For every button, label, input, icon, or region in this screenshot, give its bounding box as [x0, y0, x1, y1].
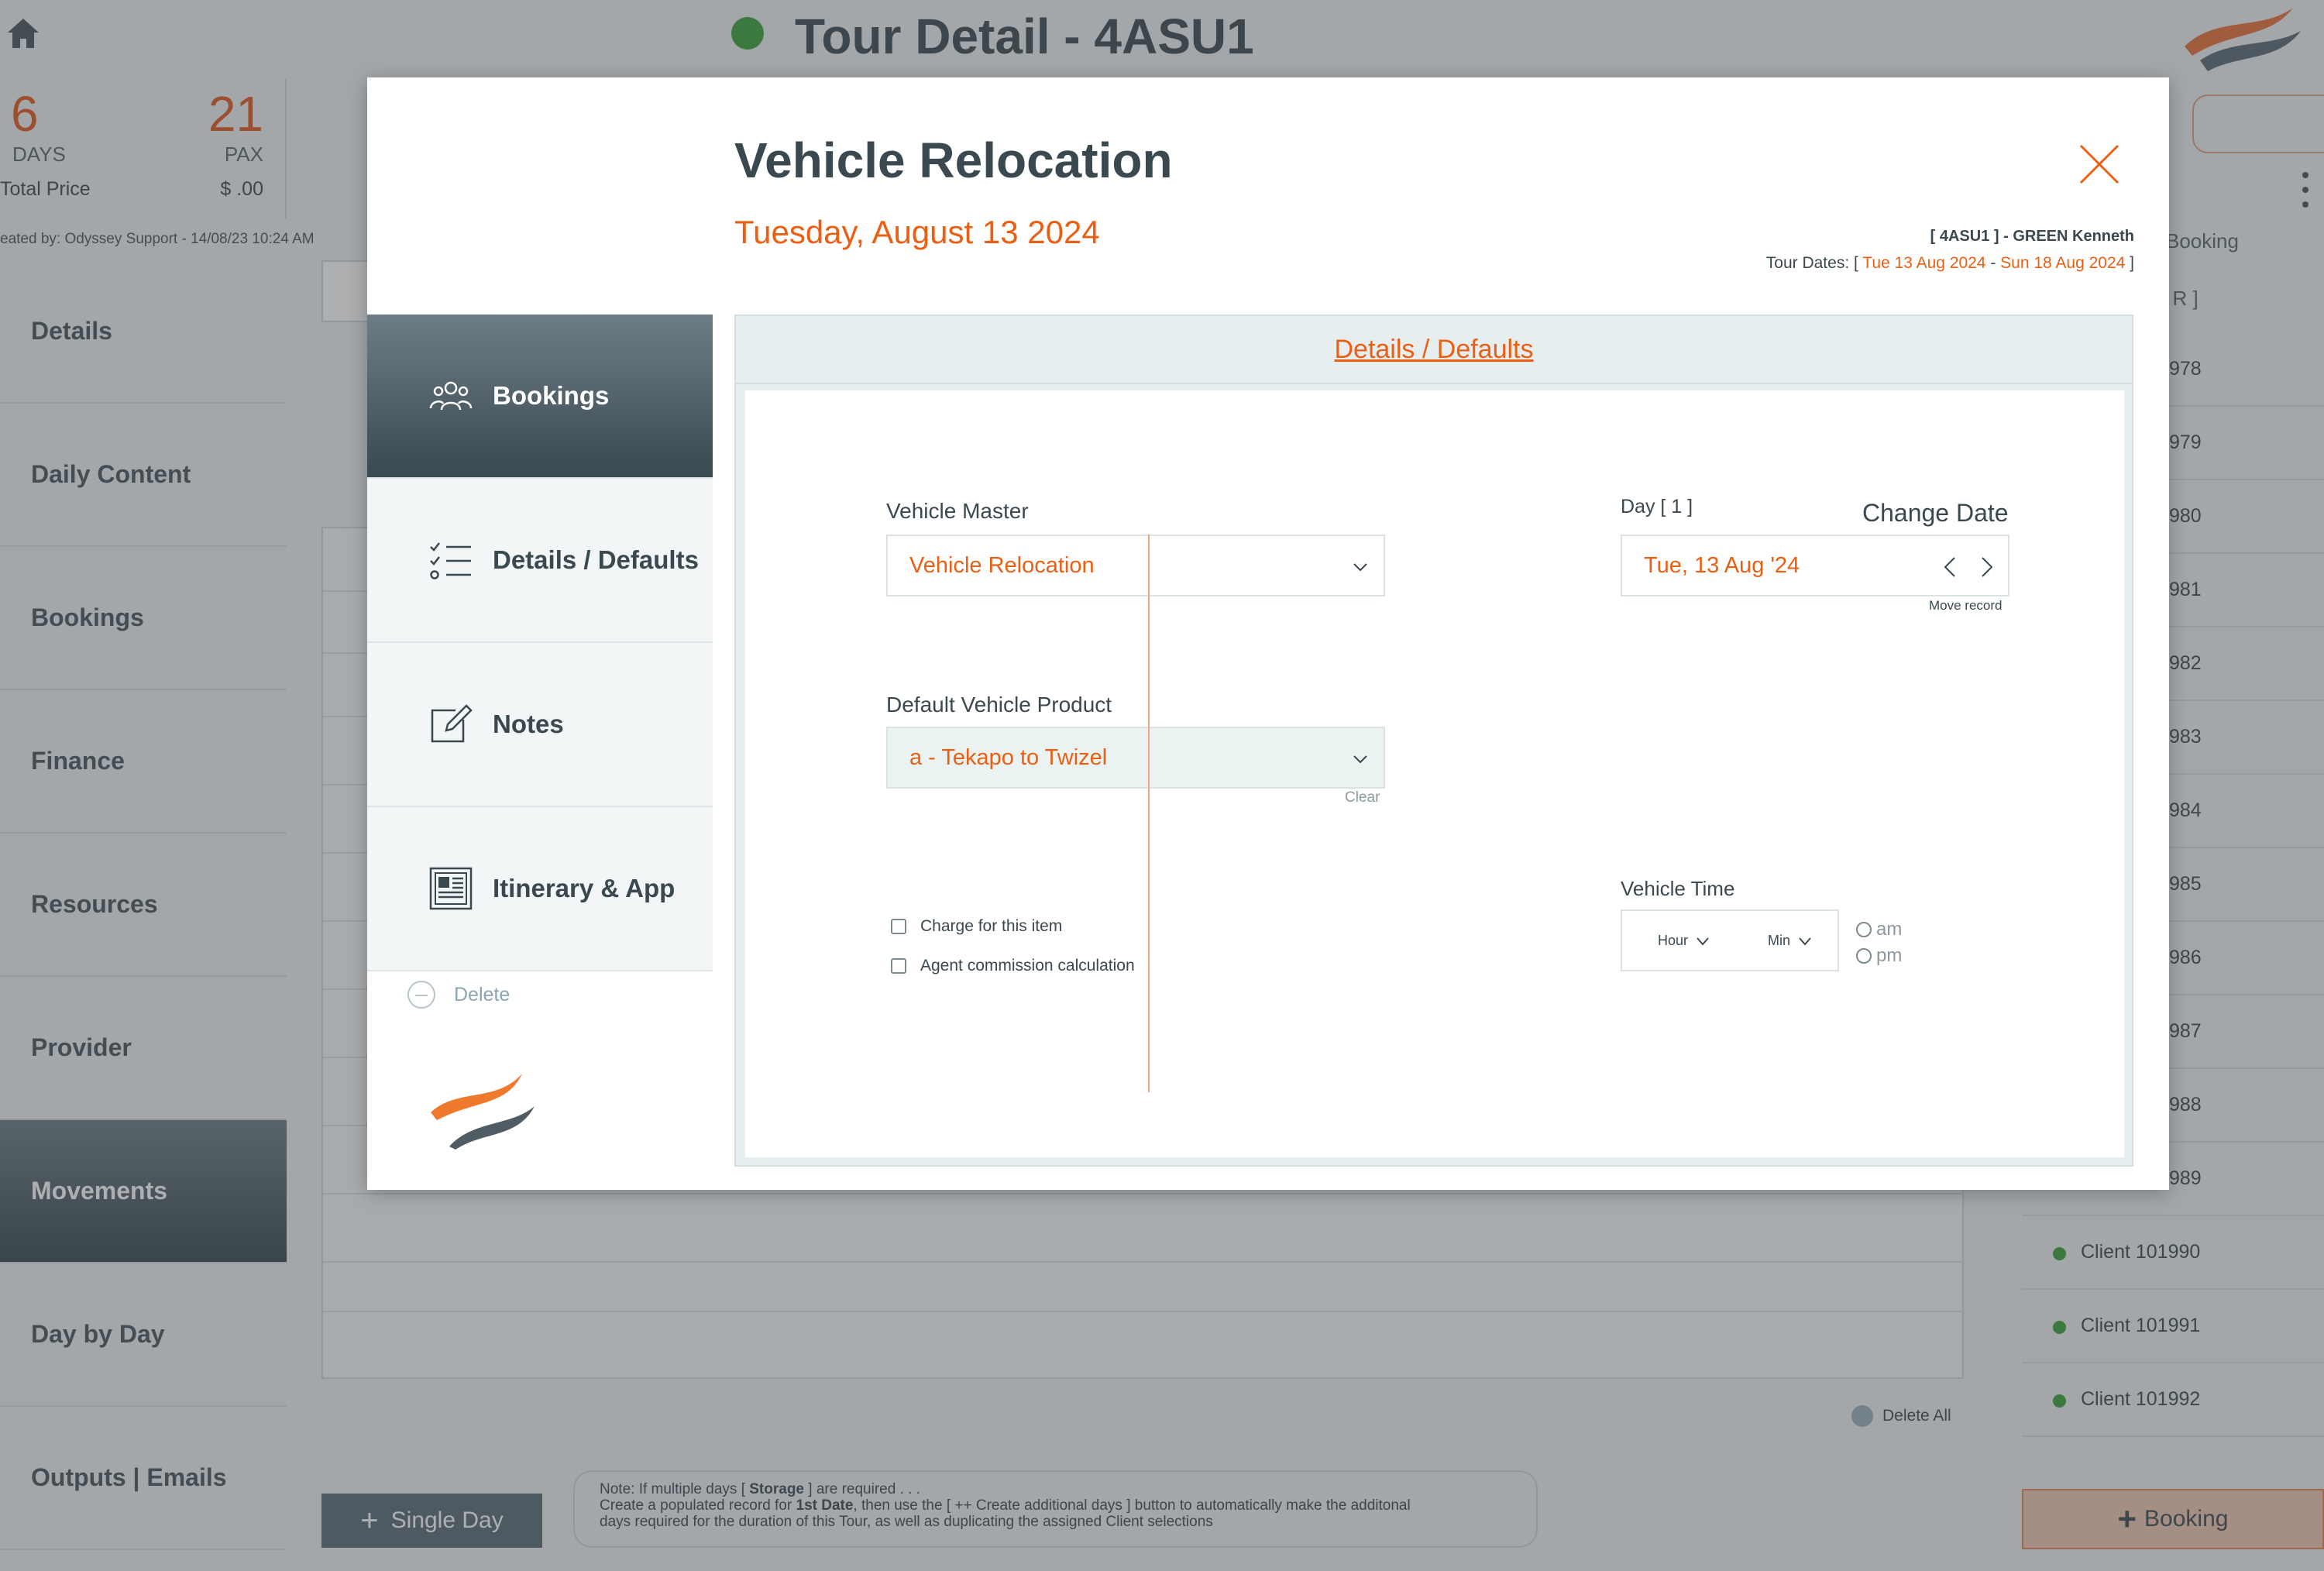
chevron-right-icon[interactable]	[1980, 556, 1994, 578]
vehicle-master-label: Vehicle Master	[886, 499, 1029, 523]
am-option[interactable]: am	[1856, 919, 1902, 940]
chevron-down-icon	[1353, 755, 1367, 764]
people-icon	[429, 381, 473, 411]
chevron-down-icon	[1697, 937, 1709, 946]
minute-select[interactable]: Min	[1768, 933, 1812, 949]
vehicle-relocation-dialog: Vehicle Relocation Tuesday, August 13 20…	[367, 77, 2169, 1190]
chevron-left-icon[interactable]	[1943, 556, 1957, 578]
tab-itinerary-app[interactable]: Itinerary & App	[367, 807, 713, 971]
move-record-label: Move record	[1929, 598, 2003, 613]
dialog-nav: Bookings Details / Defaults Notes Itiner…	[367, 315, 713, 971]
agent-commission-option[interactable]: Agent commission calculation	[891, 957, 1135, 975]
tour-reference: [ 4ASU1 ] - GREEN Kenneth	[1930, 228, 2134, 245]
tour-dates: Tour Dates: [ Tue 13 Aug 2024 - Sun 18 A…	[1765, 254, 2134, 272]
edit-icon	[431, 704, 473, 743]
chevron-down-icon	[1799, 937, 1811, 946]
pm-option[interactable]: pm	[1856, 945, 1902, 967]
close-icon[interactable]	[2078, 143, 2121, 186]
vehicle-time-label: Vehicle Time	[1621, 877, 1735, 900]
checklist-icon	[430, 542, 471, 579]
minus-circle-icon	[407, 981, 435, 1009]
change-date-label: Change Date	[1862, 499, 2009, 527]
hour-select[interactable]: Hour	[1658, 933, 1710, 949]
charge-option[interactable]: Charge for this item	[891, 917, 1062, 936]
tab-bookings[interactable]: Bookings	[367, 315, 713, 479]
vehicle-master-select[interactable]: Vehicle Relocation	[886, 535, 1385, 596]
vehicle-time-field: Hour Min	[1621, 909, 1839, 971]
pm-radio[interactable]	[1856, 948, 1872, 964]
tab-notes[interactable]: Notes	[367, 643, 713, 807]
date-field[interactable]: Tue, 13 Aug '24	[1621, 535, 2009, 596]
dialog-date: Tuesday, August 13 2024	[734, 214, 1100, 250]
column-divider	[1148, 535, 1150, 1092]
tab-details-defaults[interactable]: Details / Defaults	[367, 479, 713, 643]
am-radio[interactable]	[1856, 922, 1872, 937]
newspaper-icon	[429, 867, 473, 910]
day-label: Day [ 1 ]	[1621, 496, 1693, 517]
dialog-title: Vehicle Relocation	[734, 132, 1173, 188]
chevron-down-icon	[1353, 563, 1367, 572]
default-vehicle-product-select[interactable]: a - Tekapo to Twizel	[886, 727, 1385, 789]
delete-button[interactable]: Delete	[407, 981, 510, 1009]
company-logo	[431, 1074, 535, 1150]
agent-commission-checkbox[interactable]	[891, 958, 906, 974]
charge-checkbox[interactable]	[891, 919, 906, 934]
default-vehicle-product-label: Default Vehicle Product	[886, 693, 1112, 717]
panel-tab-link[interactable]: Details / Defaults	[736, 316, 2132, 384]
clear-link[interactable]: Clear	[1345, 789, 1380, 806]
